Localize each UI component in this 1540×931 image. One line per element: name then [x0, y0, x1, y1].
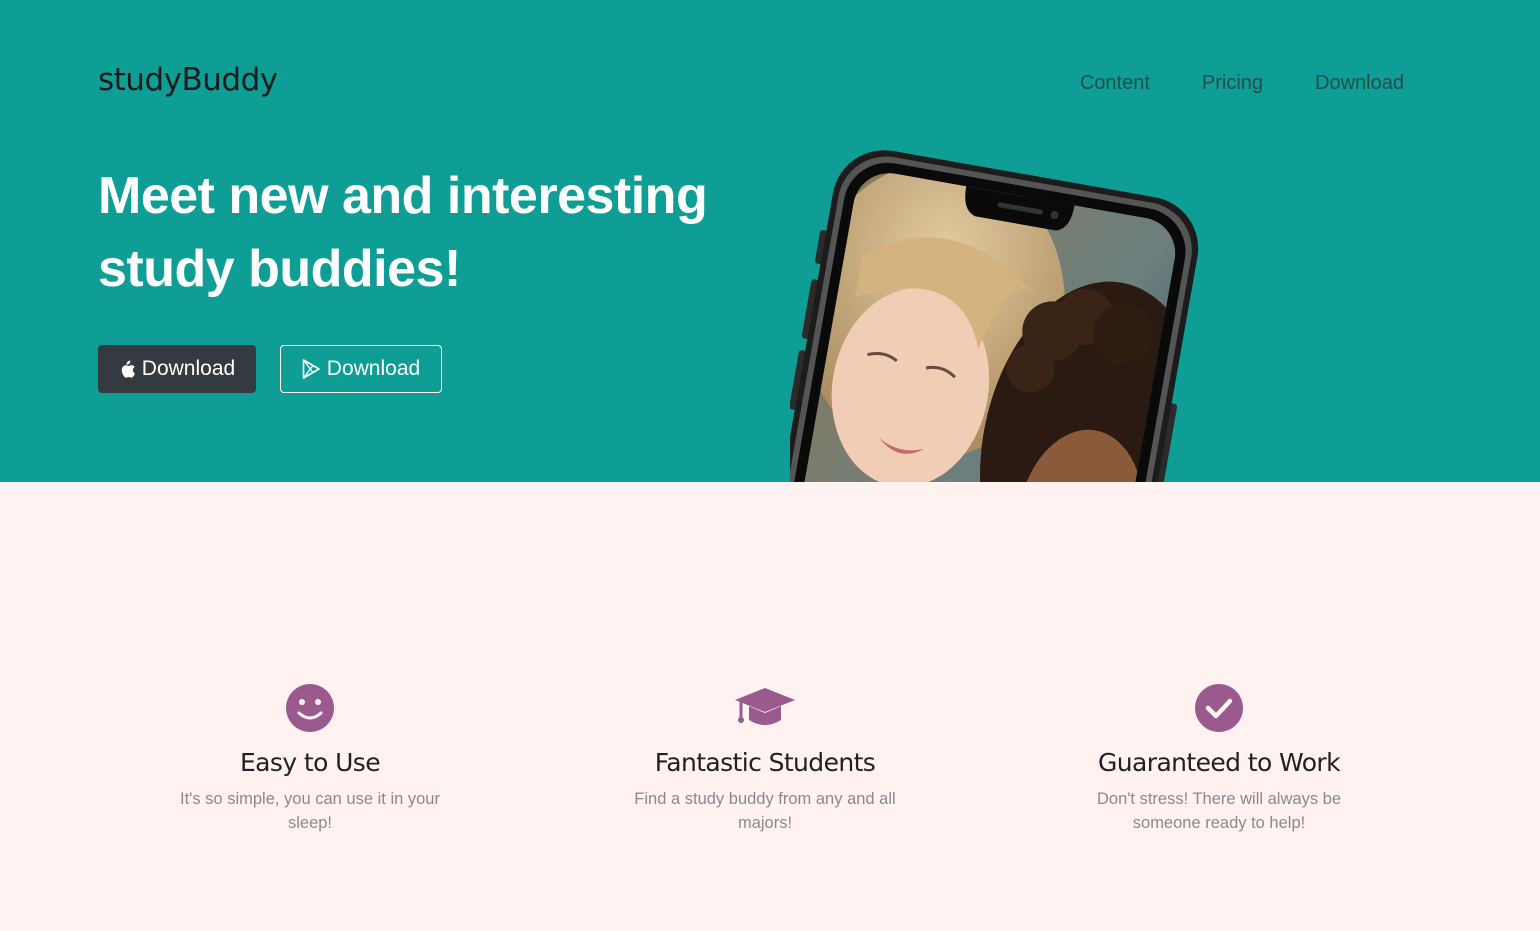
apple-icon [119, 359, 136, 379]
app-store-button-label: Download [141, 357, 236, 380]
feature-description: Don't stress! There will always be someo… [1096, 790, 1342, 832]
smile-icon [286, 684, 334, 732]
nav-item-pricing[interactable]: Pricing [1202, 72, 1263, 95]
brand-logo[interactable]: studyBuddy [98, 62, 278, 98]
check-circle-icon [1195, 684, 1243, 732]
feature-description: It's so simple, you can use it in your s… [180, 790, 440, 832]
play-store-button-label: Download [326, 357, 421, 380]
nav-item-content[interactable]: Content [1080, 72, 1150, 95]
graduation-cap-icon [735, 688, 795, 725]
hero-section: studyBuddy Content Pricing Download Meet… [0, 0, 1540, 482]
feature-title: Easy to Use [239, 748, 381, 777]
feature-guaranteed-to-work: Guaranteed to Work Don't stress! There w… [1054, 682, 1384, 835]
top-nav: Content Pricing Download [1080, 72, 1404, 95]
play-store-download-button[interactable]: Download [280, 345, 442, 393]
phone-mockup-image [738, 140, 1210, 482]
feature-title: Fantastic Students [654, 748, 876, 777]
feature-fantastic-students: Fantastic Students Find a study buddy fr… [600, 682, 930, 835]
play-store-icon [302, 359, 321, 379]
hero-headline: Meet new and interesting study buddies! [98, 167, 708, 298]
features-section: Easy to Use It's so simple, you can use … [0, 482, 1540, 931]
feature-description: Find a study buddy from any and all majo… [634, 790, 896, 832]
feature-title: Guaranteed to Work [1098, 748, 1341, 777]
app-store-download-button[interactable]: Download [98, 345, 256, 393]
feature-easy-to-use: Easy to Use It's so simple, you can use … [145, 682, 475, 835]
nav-item-download[interactable]: Download [1315, 72, 1404, 95]
